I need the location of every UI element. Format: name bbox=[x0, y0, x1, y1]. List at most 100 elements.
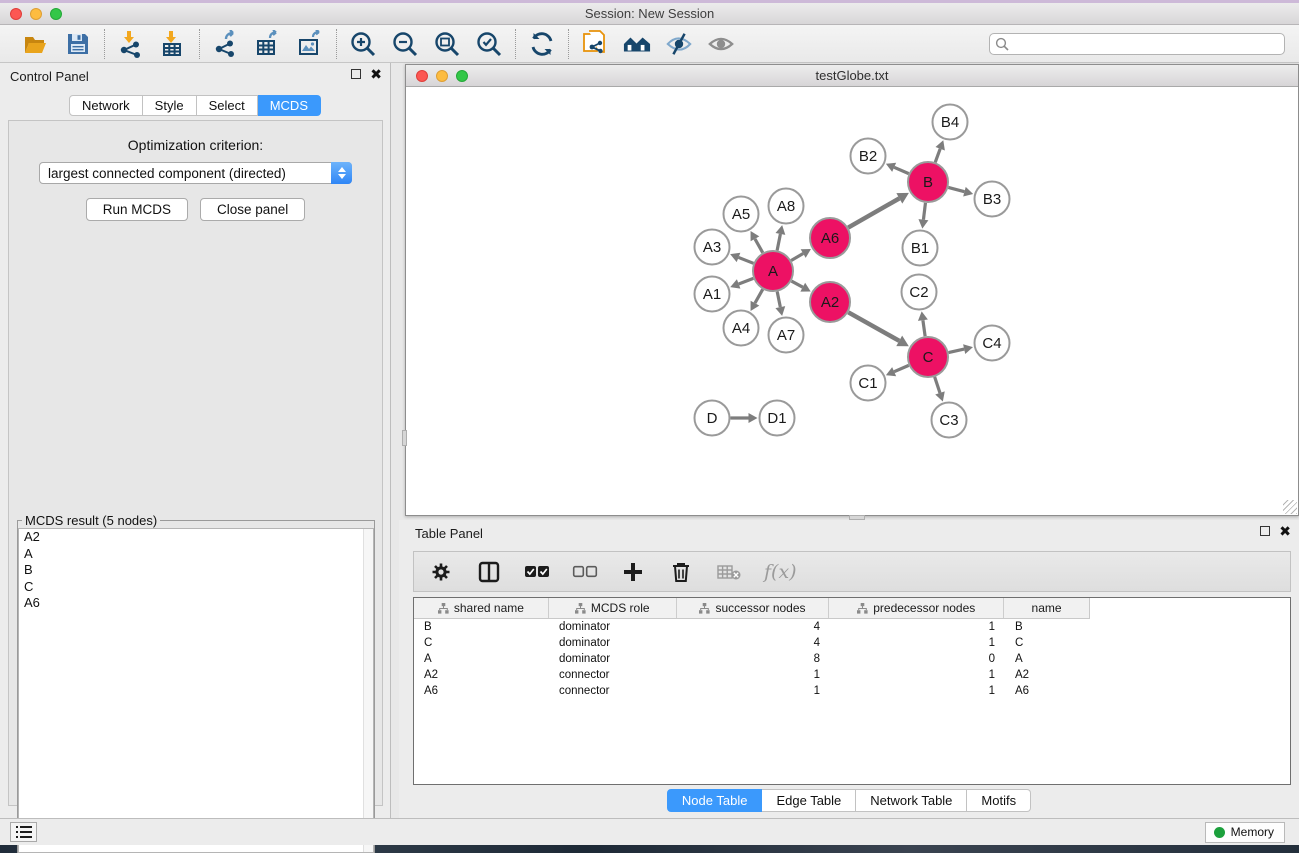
tab-network-table[interactable]: Network Table bbox=[856, 789, 967, 812]
result-list-scrollbar[interactable] bbox=[363, 529, 373, 852]
open-file-icon[interactable] bbox=[22, 30, 50, 58]
network-minimize-button[interactable] bbox=[436, 70, 448, 82]
tab-mcds[interactable]: MCDS bbox=[258, 95, 321, 116]
table-cell: A2 bbox=[414, 669, 549, 681]
network-window-titlebar[interactable]: testGlobe.txt bbox=[406, 65, 1298, 87]
network-zoom-button[interactable] bbox=[456, 70, 468, 82]
edge-C-C2[interactable] bbox=[923, 320, 925, 336]
network-close-button[interactable] bbox=[416, 70, 428, 82]
edge-C-C3[interactable] bbox=[935, 377, 940, 393]
table-cell: 0 bbox=[830, 653, 1005, 665]
column-header-MCDS-role[interactable]: MCDS role bbox=[549, 598, 677, 618]
table-close-panel-icon[interactable]: ✖ bbox=[1279, 526, 1291, 536]
tab-node-table[interactable]: Node Table bbox=[667, 789, 763, 812]
result-list-item[interactable]: A bbox=[19, 546, 373, 563]
edge-A-A2[interactable] bbox=[791, 281, 802, 287]
column-header-name[interactable]: name bbox=[1004, 598, 1089, 618]
edge-A-A6[interactable] bbox=[791, 254, 803, 261]
close-panel-button[interactable]: Close panel bbox=[200, 198, 305, 221]
graph-node-label: A bbox=[768, 263, 778, 280]
export-image-icon[interactable] bbox=[296, 30, 324, 58]
table-options-icon[interactable] bbox=[428, 559, 454, 585]
export-table-icon[interactable] bbox=[254, 30, 282, 58]
table-cell: A2 bbox=[1005, 669, 1090, 681]
tab-select[interactable]: Select bbox=[197, 95, 258, 116]
graph-node-label: B1 bbox=[911, 240, 929, 257]
table-row[interactable]: A6connector11A6 bbox=[414, 683, 1290, 699]
graph-node-label: D1 bbox=[767, 410, 786, 427]
column-header-predecessor-nodes[interactable]: predecessor nodes bbox=[829, 598, 1004, 618]
memory-button[interactable]: Memory bbox=[1205, 822, 1285, 843]
table-row[interactable]: A2connector11A2 bbox=[414, 667, 1290, 683]
import-table-icon[interactable] bbox=[159, 30, 187, 58]
run-mcds-button[interactable]: Run MCDS bbox=[86, 198, 188, 221]
node-table[interactable]: shared nameMCDS rolesuccessor nodesprede… bbox=[413, 597, 1291, 785]
edge-A-A5[interactable] bbox=[755, 239, 763, 253]
result-list-item[interactable]: C bbox=[19, 579, 373, 596]
zoom-fit-icon[interactable] bbox=[433, 30, 461, 58]
hide-selected-icon[interactable] bbox=[665, 30, 693, 58]
apply-layout-icon[interactable] bbox=[528, 30, 556, 58]
graph-node-label: C1 bbox=[858, 375, 877, 392]
float-panel-icon[interactable] bbox=[351, 69, 361, 79]
tab-edge-table[interactable]: Edge Table bbox=[762, 789, 856, 812]
edge-A-A3[interactable] bbox=[739, 257, 754, 263]
network-from-selection-icon[interactable] bbox=[581, 30, 609, 58]
tab-network[interactable]: Network bbox=[69, 95, 143, 116]
minimize-window-button[interactable] bbox=[30, 8, 42, 20]
edge-B-B3[interactable] bbox=[948, 187, 964, 191]
graph-node-label: A7 bbox=[777, 327, 795, 344]
add-column-icon[interactable] bbox=[620, 559, 646, 585]
edge-C-C4[interactable] bbox=[949, 349, 965, 352]
graph-node-label: A5 bbox=[732, 206, 750, 223]
edge-B-B1[interactable] bbox=[923, 203, 925, 220]
table-cell: 1 bbox=[830, 637, 1005, 649]
deselect-all-rows-icon[interactable] bbox=[572, 559, 598, 585]
column-header-successor-nodes[interactable]: successor nodes bbox=[677, 598, 830, 618]
table-float-panel-icon[interactable] bbox=[1260, 526, 1270, 536]
edge-B-B4[interactable] bbox=[935, 149, 940, 163]
table-row[interactable]: Bdominator41B bbox=[414, 619, 1290, 635]
close-window-button[interactable] bbox=[10, 8, 22, 20]
zoom-window-button[interactable] bbox=[50, 8, 62, 20]
result-list-item[interactable]: A2 bbox=[19, 529, 373, 546]
zoom-out-icon[interactable] bbox=[391, 30, 419, 58]
edge-B-B2[interactable] bbox=[894, 167, 909, 173]
node-table-header[interactable]: shared nameMCDS rolesuccessor nodesprede… bbox=[414, 598, 1090, 619]
task-history-icon[interactable] bbox=[10, 822, 37, 842]
save-session-icon[interactable] bbox=[64, 30, 92, 58]
zoom-selected-icon[interactable] bbox=[475, 30, 503, 58]
edge-A-A1[interactable] bbox=[739, 278, 754, 284]
export-network-icon[interactable] bbox=[212, 30, 240, 58]
table-row[interactable]: Adominator80A bbox=[414, 651, 1290, 667]
edge-A-A8[interactable] bbox=[777, 234, 780, 250]
splitter-handle-left[interactable] bbox=[402, 430, 407, 446]
search-input[interactable] bbox=[989, 33, 1285, 55]
result-list-item[interactable]: B bbox=[19, 562, 373, 579]
edge-A6-B[interactable] bbox=[848, 198, 899, 227]
first-neighbors-icon[interactable] bbox=[623, 30, 651, 58]
edge-C-C1[interactable] bbox=[894, 365, 909, 371]
function-builder-icon[interactable]: f(x) bbox=[764, 561, 797, 583]
result-list-item[interactable]: A6 bbox=[19, 595, 373, 612]
delete-column-icon[interactable] bbox=[668, 559, 694, 585]
network-canvas[interactable]: B4B2BB3A5A8A6B1A3AC2A1A2A4A7C4CC1C3DD1 bbox=[406, 87, 1298, 515]
import-network-icon[interactable] bbox=[117, 30, 145, 58]
edge-A2-C[interactable] bbox=[848, 312, 899, 341]
edge-A-A7[interactable] bbox=[777, 292, 780, 307]
mcds-result-list[interactable]: A2ABCA6 bbox=[18, 528, 374, 853]
main-toolbar bbox=[0, 25, 1299, 63]
zoom-in-icon[interactable] bbox=[349, 30, 377, 58]
window-resize-grip[interactable] bbox=[1283, 500, 1297, 514]
column-visibility-icon[interactable] bbox=[476, 559, 502, 585]
table-row[interactable]: Cdominator41C bbox=[414, 635, 1290, 651]
close-panel-icon[interactable]: ✖ bbox=[370, 69, 382, 79]
criterion-dropdown[interactable]: largest connected component (directed) bbox=[39, 162, 352, 184]
column-header-shared-name[interactable]: shared name bbox=[414, 598, 549, 618]
show-all-icon[interactable] bbox=[707, 30, 735, 58]
tab-style[interactable]: Style bbox=[143, 95, 197, 116]
edge-A-A4[interactable] bbox=[755, 289, 763, 303]
select-all-rows-icon[interactable] bbox=[524, 559, 550, 585]
tab-motifs[interactable]: Motifs bbox=[967, 789, 1031, 812]
delete-table-icon[interactable] bbox=[716, 559, 742, 585]
